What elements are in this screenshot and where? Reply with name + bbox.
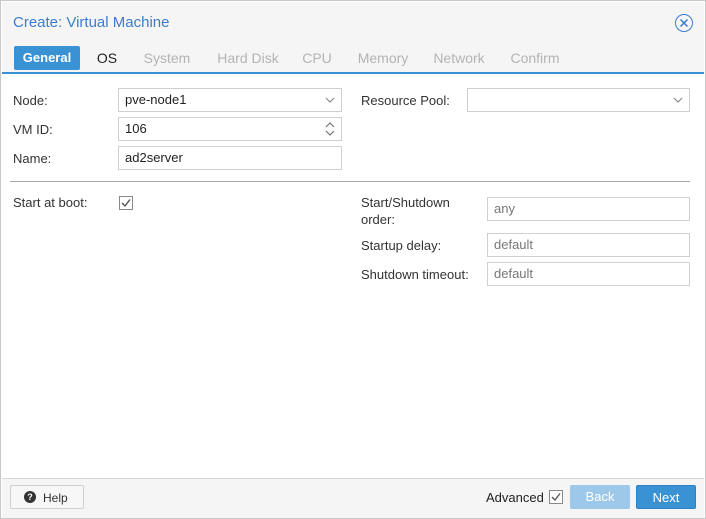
dialog-title: Create: Virtual Machine xyxy=(13,14,170,31)
chevron-down-icon[interactable] xyxy=(319,89,341,111)
chevron-down-icon[interactable] xyxy=(667,89,689,111)
dialog-title-bar: Create: Virtual Machine xyxy=(2,2,704,42)
tab-general[interactable]: General xyxy=(14,46,80,70)
startup-delay-input[interactable]: default xyxy=(487,233,690,257)
help-button[interactable]: ? Help xyxy=(10,485,84,509)
start-at-boot-label: Start at boot: xyxy=(13,195,88,210)
help-button-label: Help xyxy=(43,491,68,505)
tab-os[interactable]: OS xyxy=(88,46,126,70)
start-shutdown-order-placeholder: any xyxy=(494,201,515,216)
tab-confirm[interactable]: Confirm xyxy=(504,46,566,70)
tab-hard-disk[interactable]: Hard Disk xyxy=(210,46,286,70)
section-divider xyxy=(10,181,690,182)
name-input[interactable]: ad2server xyxy=(118,146,342,170)
back-button[interactable]: Back xyxy=(570,485,630,509)
node-select[interactable]: pve-node1 xyxy=(118,88,342,112)
shutdown-timeout-label: Shutdown timeout: xyxy=(361,267,469,282)
resource-pool-select[interactable] xyxy=(467,88,690,112)
start-shutdown-order-label-line1: Start/Shutdown xyxy=(361,195,450,210)
start-shutdown-order-input[interactable]: any xyxy=(487,197,690,221)
shutdown-timeout-placeholder: default xyxy=(494,266,534,281)
advanced-label: Advanced xyxy=(486,490,544,505)
tab-network[interactable]: Network xyxy=(428,46,490,70)
startup-delay-placeholder: default xyxy=(494,237,534,252)
start-shutdown-order-label-line2: order: xyxy=(361,212,395,227)
vmid-label: VM ID: xyxy=(13,122,53,137)
tab-cpu[interactable]: CPU xyxy=(298,46,336,70)
tab-memory[interactable]: Memory xyxy=(352,46,414,70)
wizard-tab-bar: General OS System Hard Disk CPU Memory N… xyxy=(2,42,704,74)
name-label: Name: xyxy=(13,151,52,166)
dialog-footer: ? Help Advanced Back Next xyxy=(2,478,704,518)
resource-pool-label: Resource Pool: xyxy=(361,93,450,108)
node-label: Node: xyxy=(13,93,48,108)
close-icon[interactable] xyxy=(675,14,693,32)
create-vm-dialog: Create: Virtual Machine General OS Syste… xyxy=(0,0,706,519)
vmid-spinner[interactable]: 106 xyxy=(118,117,342,141)
shutdown-timeout-input[interactable]: default xyxy=(487,262,690,286)
tab-system[interactable]: System xyxy=(138,46,196,70)
vmid-value: 106 xyxy=(125,121,147,136)
advanced-checkbox[interactable] xyxy=(549,490,563,504)
question-circle-icon: ? xyxy=(24,491,36,503)
spinner-arrows-icon[interactable] xyxy=(319,118,341,140)
name-value: ad2server xyxy=(125,150,183,165)
next-button[interactable]: Next xyxy=(636,485,696,509)
startup-delay-label: Startup delay: xyxy=(361,238,442,253)
start-at-boot-checkbox[interactable] xyxy=(119,196,133,210)
node-value: pve-node1 xyxy=(125,92,187,107)
